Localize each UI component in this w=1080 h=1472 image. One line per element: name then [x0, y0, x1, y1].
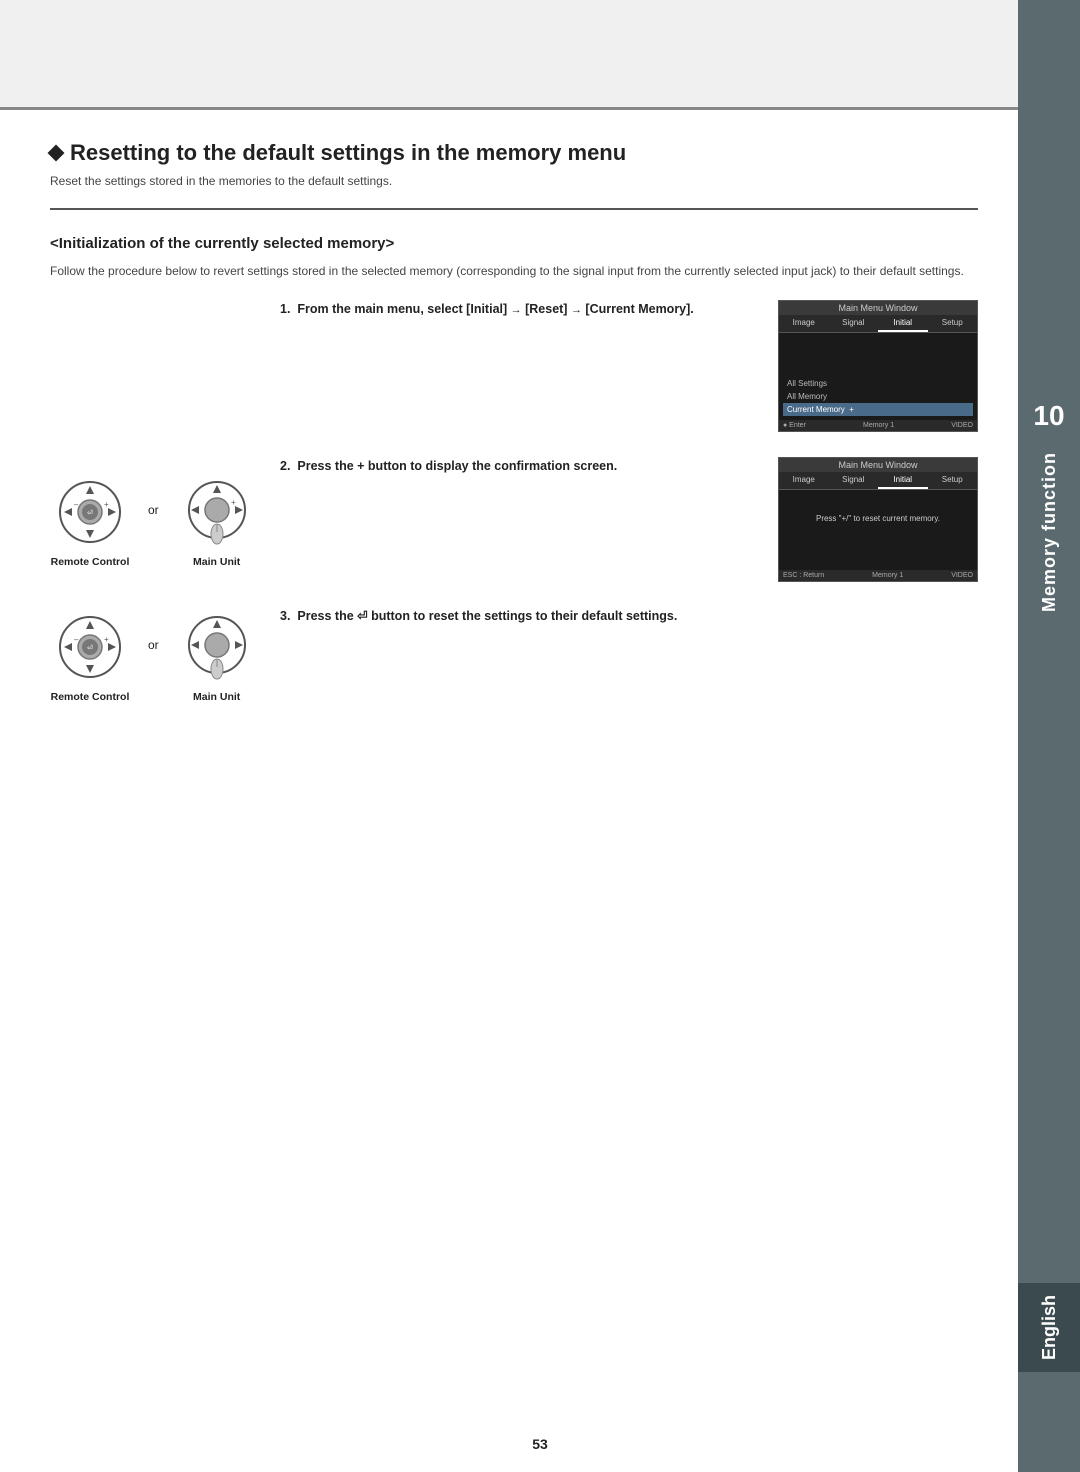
menu-tab-initial-2: Initial: [878, 472, 928, 489]
menu-body-2: Press "+/" to reset current memory.: [779, 490, 977, 570]
step-2-number: 2.: [280, 459, 290, 473]
menu-message-2: Press "+/" to reset current memory.: [783, 494, 973, 533]
step-1-number: 1.: [280, 302, 290, 316]
step-3-row: + – ⏎ Remote Control or: [50, 607, 978, 703]
right-sidebar: 10 Memory function English: [1018, 0, 1080, 1472]
menu-item-allsettings: All Settings: [783, 377, 973, 390]
step-1-left-spacer: [50, 300, 260, 432]
svg-text:+: +: [104, 500, 109, 509]
svg-text:–: –: [74, 500, 79, 509]
step-1-content: 1. From the main menu, select [Initial] …: [280, 300, 758, 319]
main-unit-svg-2: [177, 607, 257, 687]
menu-tab-signal-2: Signal: [829, 472, 879, 489]
menu-tab-signal-1: Signal: [829, 315, 879, 332]
step-3-content: 3. Press the ⏎ button to reset the setti…: [280, 607, 978, 703]
svg-text:–: –: [74, 635, 79, 644]
main-unit-group-2: Main Unit: [177, 607, 257, 703]
step-3-devices: + – ⏎ Remote Control or: [50, 607, 260, 703]
section-heading: <Initialization of the currently selecte…: [50, 235, 978, 252]
step-2-devices: + – ⏎ Remote Control or +: [50, 457, 260, 582]
or-text-1: or: [148, 503, 159, 537]
menu-tab-initial-1: Initial: [878, 315, 928, 332]
remote-control-group-2: + – ⏎ Remote Control: [50, 607, 130, 703]
step-2-bold: Press the + button to display the confir…: [297, 459, 617, 473]
menu-footer-video-1: VIDEO: [951, 422, 973, 429]
menu-footer-memory-1: Memory 1: [863, 422, 894, 429]
menu-tabs-1: Image Signal Initial Setup: [779, 315, 977, 333]
main-unit-svg-1: +: [177, 472, 257, 552]
main-unit-label-2: Main Unit: [193, 691, 240, 703]
step-3-bold: Press the ⏎ button to reset the settings…: [297, 609, 677, 623]
step-3-text: 3. Press the ⏎ button to reset the setti…: [280, 607, 978, 626]
menu-tab-image-1: Image: [779, 315, 829, 332]
menu-tabs-2: Image Signal Initial Setup: [779, 472, 977, 490]
remote-control-svg-2: + – ⏎: [50, 607, 130, 687]
step-1-row: 1. From the main menu, select [Initial] …: [50, 300, 978, 432]
sidebar-chapter-number: 10: [1033, 400, 1064, 432]
menu-title-2: Main Menu Window: [779, 458, 977, 472]
step-1-bold: From the main menu, select [Initial] → […: [297, 302, 693, 316]
remote-label-1: Remote Control: [51, 556, 130, 568]
main-unit-label-1: Main Unit: [193, 556, 240, 568]
menu-footer-video-2: VIDEO: [951, 572, 973, 579]
menu-tab-image-2: Image: [779, 472, 829, 489]
step-1-right: 1. From the main menu, select [Initial] …: [280, 300, 978, 432]
step-1-text: 1. From the main menu, select [Initial] …: [280, 300, 758, 319]
remote-label-2: Remote Control: [51, 691, 130, 703]
main-unit-group-1: + Main Unit: [177, 472, 257, 568]
menu-footer-esc: ESC : Return: [783, 572, 824, 579]
step-2-row: + – ⏎ Remote Control or +: [50, 457, 978, 582]
menu-footer-enter: ● Enter: [783, 422, 806, 429]
menu-body-1: All Settings All Memory Current Memory +: [779, 333, 977, 420]
diamond-icon: [48, 145, 65, 162]
sidebar-chapter-label: Memory function: [1039, 452, 1060, 612]
section-description: Follow the procedure below to revert set…: [50, 262, 978, 280]
remote-control-group-1: + – ⏎ Remote Control: [50, 472, 130, 568]
menu-tab-setup-2: Setup: [928, 472, 978, 489]
sidebar-language-label: English: [1018, 1283, 1080, 1372]
step-2-right: 2. Press the + button to display the con…: [280, 457, 978, 582]
page-title: Resetting to the default settings in the…: [50, 140, 978, 166]
menu-footer-memory-2: Memory 1: [872, 572, 903, 579]
menu-footer-1: ● Enter Memory 1 VIDEO: [779, 420, 977, 431]
step-2-content: 2. Press the + button to display the con…: [280, 457, 758, 476]
step-2-text: 2. Press the + button to display the con…: [280, 457, 758, 476]
divider: [50, 208, 978, 210]
svg-text:+: +: [231, 498, 236, 507]
step-3-number: 3.: [280, 609, 290, 623]
page-number: 53: [532, 1436, 548, 1452]
svg-text:⏎: ⏎: [87, 509, 93, 517]
subtitle: Reset the settings stored in the memorie…: [50, 174, 978, 188]
menu-tab-setup-1: Setup: [928, 315, 978, 332]
menu-item-allmemory: All Memory: [783, 390, 973, 403]
or-text-2: or: [148, 638, 159, 672]
main-content: Resetting to the default settings in the…: [0, 110, 1018, 1472]
top-bar: [0, 0, 1080, 110]
menu-screenshot-1: Main Menu Window Image Signal Initial Se…: [778, 300, 978, 432]
svg-text:⏎: ⏎: [87, 644, 93, 652]
remote-control-svg-1: + – ⏎: [50, 472, 130, 552]
menu-item-currentmemory: Current Memory +: [783, 403, 973, 416]
svg-text:+: +: [104, 635, 109, 644]
menu-title-1: Main Menu Window: [779, 301, 977, 315]
menu-screenshot-2: Main Menu Window Image Signal Initial Se…: [778, 457, 978, 582]
menu-footer-2: ESC : Return Memory 1 VIDEO: [779, 570, 977, 581]
